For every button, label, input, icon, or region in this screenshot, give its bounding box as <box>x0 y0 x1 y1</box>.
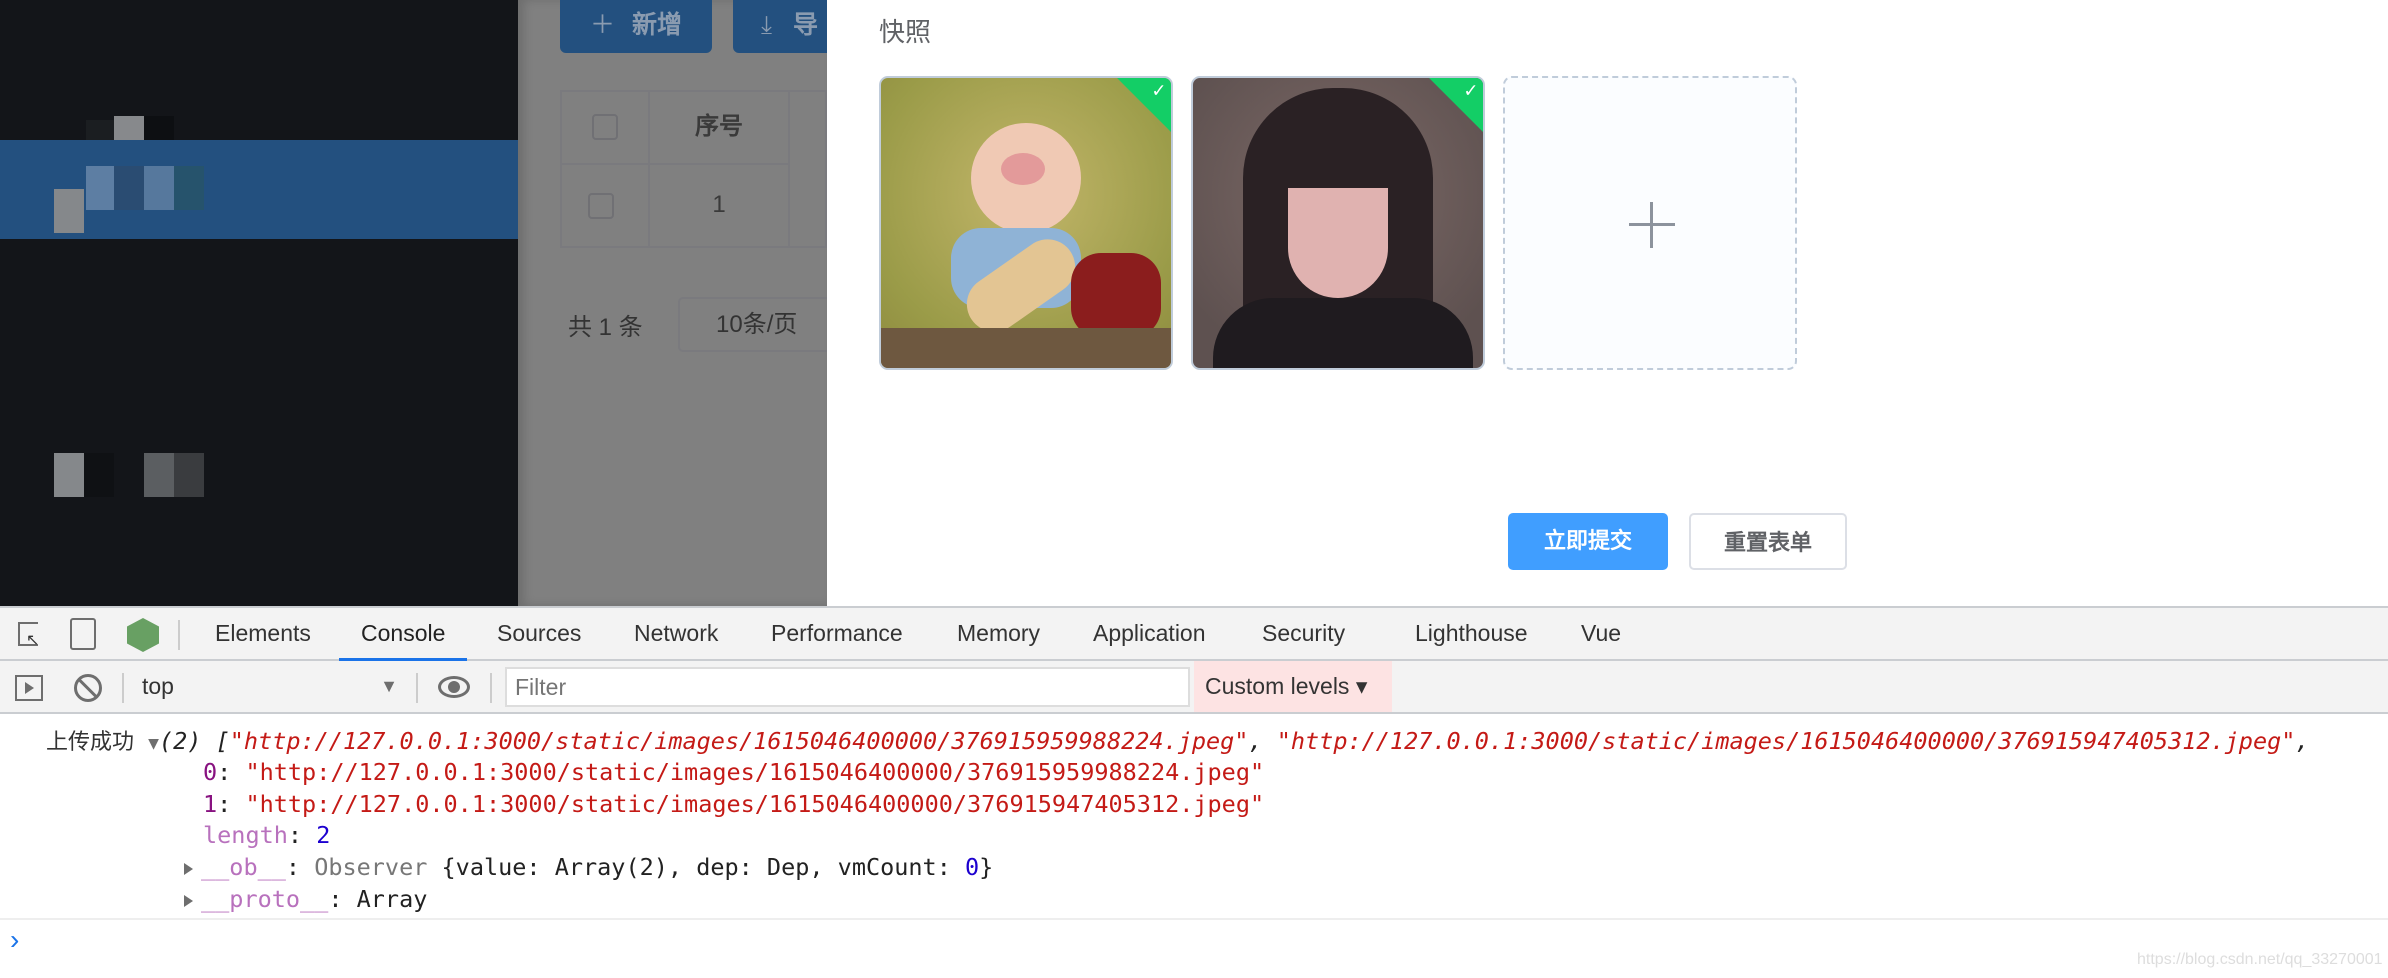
array-summary: (2) [ <box>159 727 230 755</box>
devtools-panel: ↖ Elements Console Sources Network Perfo… <box>0 606 2388 978</box>
expanded-triangle-icon[interactable]: ▼ <box>148 733 159 754</box>
dropdown-arrow-icon: ▼ <box>380 676 398 696</box>
upload-trigger[interactable] <box>1503 76 1797 370</box>
ob-entry[interactable]: __ob__: Observer {value: Array(2), dep: … <box>184 852 993 884</box>
reset-button[interactable]: 重置表单 <box>1689 513 1847 570</box>
length-entry: length: 2 <box>203 821 331 849</box>
console-log-entry[interactable]: 上传成功 ▼(2) ["http://127.0.0.1:3000/static… <box>46 726 2310 758</box>
image-content <box>1071 253 1161 338</box>
collapsed-triangle-icon[interactable] <box>184 895 193 907</box>
property-value: Array <box>356 885 428 913</box>
divider <box>0 918 2388 920</box>
property-key: __ob__ <box>201 853 286 881</box>
select-all-cell <box>562 92 650 165</box>
download-icon: ⤓ <box>761 11 773 39</box>
column-header: 序号 <box>650 92 790 165</box>
sidebar-item[interactable] <box>0 40 518 164</box>
row-select-cell <box>562 165 650 248</box>
collapsed-triangle-icon[interactable] <box>184 863 193 875</box>
divider <box>178 620 180 650</box>
tab-elements[interactable]: Elements <box>215 608 311 661</box>
image-content <box>881 328 1171 368</box>
submit-button[interactable]: 立即提交 <box>1508 513 1668 570</box>
image-content <box>1213 298 1473 368</box>
context-select[interactable]: top ▼ <box>130 661 410 712</box>
add-button[interactable]: ＋ 新增 <box>560 0 712 53</box>
export-button-label: 导 <box>793 11 819 39</box>
pagination-total: 共 1 条 <box>568 314 643 341</box>
array-item-string: "http://127.0.0.1:3000/static/images/161… <box>229 727 1249 755</box>
tab-console[interactable]: Console <box>339 608 468 661</box>
object-preview: } <box>979 853 994 881</box>
tab-network[interactable]: Network <box>634 608 718 661</box>
console-toolbar: top ▼ Custom levels ▾ <box>0 661 2388 714</box>
drawer: 快照 ✓ ✓ 立即提交 重置表单 <box>827 0 2388 606</box>
divider <box>122 673 124 703</box>
array-value: "http://127.0.0.1:3000/static/images/161… <box>245 758 1265 786</box>
uploaded-image-pig[interactable]: ✓ <box>879 76 1173 370</box>
watermark: https://blog.csdn.net/qq_33270001 <box>2137 951 2383 968</box>
log-levels-select[interactable]: Custom levels ▾ <box>1194 661 1392 712</box>
tab-vue[interactable]: Vue <box>1581 608 1621 661</box>
nodejs-icon[interactable] <box>127 618 159 652</box>
page-size-select[interactable]: 10条/页 <box>678 297 838 352</box>
divider <box>490 673 492 703</box>
proto-entry[interactable]: __proto__: Array <box>184 884 427 916</box>
image-content <box>1001 153 1045 185</box>
prompt-chevron-icon: › <box>10 924 20 955</box>
separator: , <box>2295 727 2310 755</box>
snapshot-label: 快照 <box>879 17 932 47</box>
sidebar-item[interactable] <box>0 189 518 363</box>
inspect-element-icon[interactable]: ↖ <box>18 622 39 649</box>
image-content <box>1288 178 1388 298</box>
property-value: 2 <box>316 821 331 849</box>
array-value: "http://127.0.0.1:3000/static/images/161… <box>245 790 1265 818</box>
tab-memory[interactable]: Memory <box>957 608 1040 661</box>
log-message: 上传成功 <box>46 730 135 755</box>
upload-success-badge: ✓ <box>1427 78 1483 134</box>
table-cell: 1 <box>650 165 790 248</box>
divider <box>416 673 418 703</box>
object-class: Observer <box>314 853 428 881</box>
check-icon: ✓ <box>1151 80 1167 101</box>
devtools-tabbar: ↖ Elements Console Sources Network Perfo… <box>0 606 2388 661</box>
main-content-overlay: ＋ 新增 ⤓ 导 序号 1 共 1 条 10条/页 <box>518 0 853 606</box>
array-index: 0 <box>203 758 218 786</box>
live-expression-eye-icon[interactable] <box>438 676 470 698</box>
tab-sources[interactable]: Sources <box>497 608 581 661</box>
object-preview-number: 0 <box>965 853 980 881</box>
array-item-string: "http://127.0.0.1:3000/static/images/161… <box>1276 727 2296 755</box>
add-button-label: 新增 <box>632 11 683 39</box>
property-key: __proto__ <box>201 885 329 913</box>
separator: , <box>1248 727 1277 755</box>
image-content <box>1283 138 1393 188</box>
tab-application[interactable]: Application <box>1093 608 1206 661</box>
check-icon: ✓ <box>1463 80 1479 101</box>
property-key: length <box>203 821 288 849</box>
plus-icon <box>1629 223 1675 226</box>
console-output: 上传成功 ▼(2) ["http://127.0.0.1:3000/static… <box>0 714 2388 924</box>
select-all-checkbox[interactable] <box>592 114 618 140</box>
tab-security[interactable]: Security <box>1262 608 1345 661</box>
context-value: top <box>142 673 174 699</box>
row-checkbox[interactable] <box>588 193 614 219</box>
tab-lighthouse[interactable]: Lighthouse <box>1415 608 1528 661</box>
console-prompt-input[interactable]: › <box>10 924 2380 960</box>
array-index: 1 <box>203 790 218 818</box>
clear-console-icon[interactable] <box>74 674 102 702</box>
uploaded-image-girl[interactable]: ✓ <box>1191 76 1485 370</box>
show-sidebar-icon[interactable] <box>15 675 43 701</box>
sidebar <box>0 0 518 606</box>
tab-performance[interactable]: Performance <box>771 608 903 661</box>
data-table: 序号 1 <box>560 90 827 248</box>
device-toolbar-icon[interactable] <box>70 618 96 650</box>
upload-success-badge: ✓ <box>1115 78 1171 134</box>
object-preview: {value: Array(2), dep: Dep, vmCount: <box>427 853 966 881</box>
array-entry: 0: "http://127.0.0.1:3000/static/images/… <box>203 758 1265 786</box>
plus-icon: ＋ <box>590 11 616 39</box>
console-filter-input[interactable] <box>505 667 1190 707</box>
array-entry: 1: "http://127.0.0.1:3000/static/images/… <box>203 790 1265 818</box>
